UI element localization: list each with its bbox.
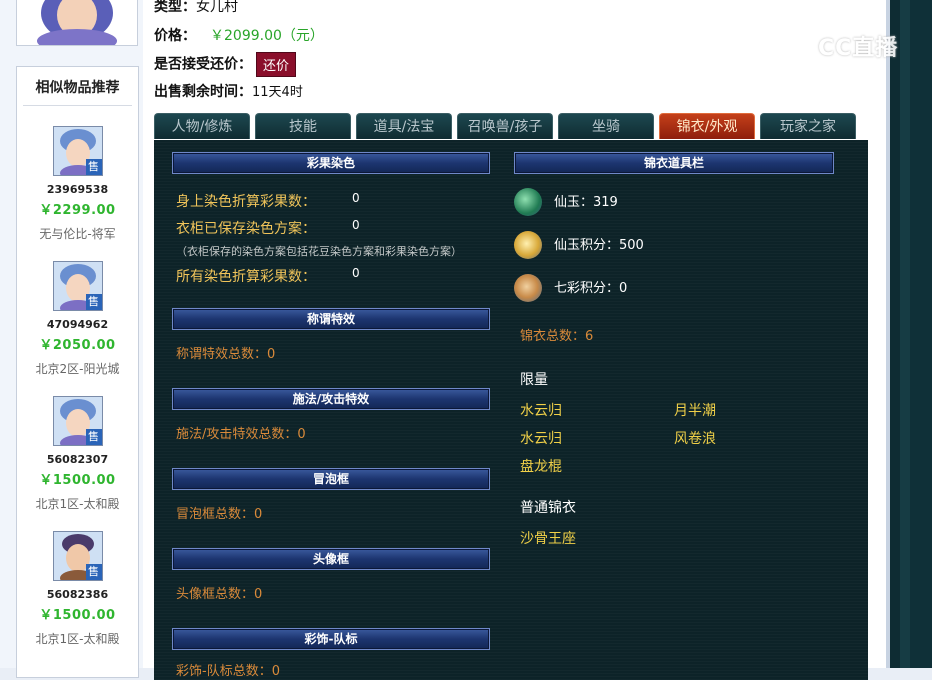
type-line: 类型：女儿村 bbox=[154, 0, 238, 16]
watermark-text: CC直播 bbox=[818, 36, 899, 61]
cast-fx-count: 施法/攻击特效总数：0 bbox=[176, 427, 306, 442]
similar-item[interactable]: 售 23969538 ￥2299.00 无与伦比-将军 bbox=[17, 126, 138, 242]
outfit-item[interactable]: 沙骨王座 bbox=[520, 528, 576, 548]
similar-item[interactable]: 售 47094962 ￥2050.00 北京2区-阳光城 bbox=[17, 261, 138, 377]
similar-items-panel: 相似物品推荐 售 23969538 ￥2299.00 无与伦比-将军 售 470… bbox=[16, 66, 139, 678]
price-label: 价格： bbox=[154, 28, 196, 44]
outfit-item[interactable]: 月半潮 bbox=[674, 400, 716, 420]
sell-badge: 售 bbox=[85, 429, 102, 445]
avatar-frame-count: 头像框总数：0 bbox=[176, 587, 263, 602]
character-avatar bbox=[16, 0, 138, 46]
dye-total-value: 0 bbox=[352, 266, 360, 280]
outfit-bar-header: 锦衣道具栏 bbox=[514, 152, 834, 174]
sell-badge: 售 bbox=[85, 294, 102, 310]
outfit-item[interactable]: 水云归 bbox=[520, 400, 562, 420]
similar-items-title: 相似物品推荐 bbox=[23, 67, 132, 106]
similar-item[interactable]: 售 56082307 ￥1500.00 北京1区-太和殿 bbox=[17, 396, 138, 512]
watermark: CC直播 bbox=[782, 30, 898, 66]
type-value: 女儿村 bbox=[196, 0, 238, 15]
dye-note: （衣柜保存的染色方案包括花豆染色方案和彩果染色方案） bbox=[176, 245, 462, 258]
dye-row: 衣柜已保存染色方案： 0 bbox=[176, 218, 360, 238]
similar-item-id: 56082307 bbox=[46, 453, 109, 466]
dye-row: 身上染色折算彩果数： 0 bbox=[176, 191, 360, 211]
similar-item[interactable]: 售 56082386 ￥1500.00 北京1区-太和殿 bbox=[17, 531, 138, 647]
similar-item-avatar[interactable]: 售 bbox=[52, 531, 103, 581]
tab-pets[interactable]: 召唤兽/孩子 bbox=[457, 113, 553, 139]
dye-total-row: 所有染色折算彩果数： 0 bbox=[176, 266, 360, 286]
dye-section-header: 彩果染色 bbox=[172, 152, 490, 174]
similar-item-server: 无与伦比-将军 bbox=[39, 227, 116, 241]
tab-items[interactable]: 道具/法宝 bbox=[356, 113, 452, 139]
currency-label: 七彩积分：0 bbox=[554, 281, 628, 296]
similar-item-server: 北京1区-太和殿 bbox=[35, 497, 120, 511]
type-label: 类型： bbox=[154, 0, 196, 15]
jade-points-icon bbox=[514, 231, 542, 259]
team-badge-header: 彩饰-队标 bbox=[172, 628, 490, 650]
similar-item-avatar[interactable]: 售 bbox=[52, 126, 103, 176]
bargain-line: 是否接受还价： 还价 bbox=[154, 52, 297, 77]
similar-item-price: ￥2050.00 bbox=[39, 338, 116, 353]
outfit-item[interactable]: 风卷浪 bbox=[674, 428, 716, 448]
watermark-logo-icon bbox=[782, 32, 816, 66]
tab-player-home[interactable]: 玩家之家 bbox=[760, 113, 856, 139]
similar-item-server: 北京1区-太和殿 bbox=[35, 632, 120, 646]
time-value: 11天4时 bbox=[252, 85, 303, 100]
time-label: 出售剩余时间： bbox=[154, 84, 252, 100]
outfits-panel: 彩果染色 身上染色折算彩果数： 0 衣柜已保存染色方案： 0 （衣柜保存的染色方案包… bbox=[154, 140, 868, 680]
right-decor-strip bbox=[886, 0, 932, 668]
time-line: 出售剩余时间：11天4时 bbox=[154, 81, 303, 101]
jade-icon bbox=[514, 188, 542, 216]
dye-row-value: 0 bbox=[352, 218, 360, 232]
rainbow-points-icon bbox=[514, 274, 542, 302]
cast-fx-header: 施法/攻击特效 bbox=[172, 388, 490, 410]
title-fx-header: 称谓特效 bbox=[172, 308, 490, 330]
dye-row-label: 身上染色折算彩果数： bbox=[176, 194, 316, 210]
team-badge-count: 彩饰-队标总数：0 bbox=[176, 664, 280, 679]
tab-outfits[interactable]: 锦衣/外观 bbox=[659, 113, 755, 139]
similar-item-price: ￥1500.00 bbox=[39, 473, 116, 488]
sell-badge: 售 bbox=[85, 564, 102, 580]
currency-label: 仙玉积分：500 bbox=[554, 238, 644, 253]
similar-item-price: ￥1500.00 bbox=[39, 608, 116, 623]
similar-item-id: 56082386 bbox=[46, 588, 109, 601]
dye-row-label: 衣柜已保存染色方案： bbox=[176, 221, 316, 237]
similar-item-avatar[interactable]: 售 bbox=[52, 261, 103, 311]
similar-item-price: ￥2299.00 bbox=[39, 203, 116, 218]
price-line: 价格： ￥2099.00（元） bbox=[154, 25, 324, 45]
similar-item-id: 47094962 bbox=[46, 318, 109, 331]
normal-outfit-label: 普通锦衣 bbox=[520, 500, 576, 516]
bubble-count: 冒泡框总数：0 bbox=[176, 507, 263, 522]
outfit-item[interactable]: 水云归 bbox=[520, 428, 562, 448]
title-fx-count: 称谓特效总数：0 bbox=[176, 347, 276, 362]
tab-mounts[interactable]: 坐骑 bbox=[558, 113, 654, 139]
outfit-item[interactable]: 盘龙棍 bbox=[520, 456, 562, 476]
bargain-button[interactable]: 还价 bbox=[256, 52, 297, 77]
price-value: ￥2099.00（元） bbox=[210, 28, 324, 44]
dye-total-label: 所有染色折算彩果数： bbox=[176, 269, 316, 285]
currency-label: 仙玉：319 bbox=[554, 195, 618, 210]
avatar-frame-header: 头像框 bbox=[172, 548, 490, 570]
sell-badge: 售 bbox=[85, 159, 102, 175]
limited-label: 限量 bbox=[520, 372, 548, 388]
tab-character[interactable]: 人物/修炼 bbox=[154, 113, 250, 139]
bubble-header: 冒泡框 bbox=[172, 468, 490, 490]
similar-item-server: 北京2区-阳光城 bbox=[35, 362, 120, 376]
bargain-label: 是否接受还价： bbox=[154, 56, 252, 73]
similar-item-id: 23969538 bbox=[46, 183, 109, 196]
similar-item-avatar[interactable]: 售 bbox=[52, 396, 103, 446]
tab-skills[interactable]: 技能 bbox=[255, 113, 351, 139]
dye-row-value: 0 bbox=[352, 191, 360, 205]
outfit-total: 锦衣总数：6 bbox=[520, 329, 594, 344]
